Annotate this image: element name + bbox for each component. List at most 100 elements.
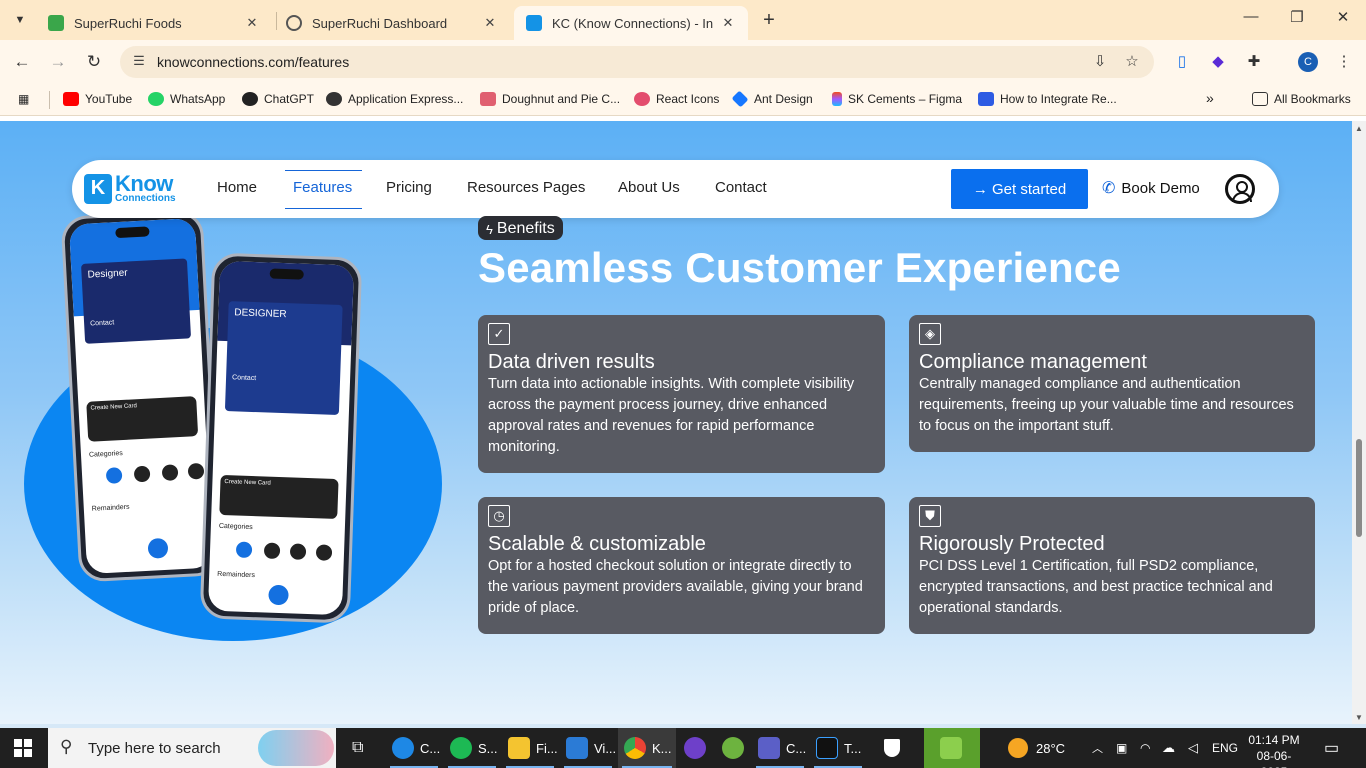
tray-chevron-up-icon[interactable]: ︿ — [1092, 728, 1103, 768]
tab-superruchi-dashboard[interactable]: SuperRuchi Dashboard ✕ — [274, 6, 510, 40]
tray-language[interactable]: ENG — [1212, 728, 1238, 768]
phone-category-dot — [161, 464, 179, 481]
bookmark-whatsapp[interactable]: WhatsApp — [148, 92, 225, 106]
book-demo-link[interactable]: ✆ Book Demo — [1102, 178, 1200, 198]
nav-home[interactable]: Home — [217, 179, 257, 196]
taskbar-app-spring[interactable] — [716, 728, 750, 768]
tray-meet-icon[interactable]: ▣ — [1116, 728, 1127, 768]
sync-icon — [940, 737, 962, 759]
notification-center-icon[interactable]: ▭ — [1324, 728, 1339, 768]
apps-grid-icon[interactable]: ▦ — [18, 92, 29, 106]
phone-card: DESIGNER Contact — [224, 301, 343, 416]
taskbar-app-chrome[interactable]: K... — [618, 728, 676, 768]
taskbar-app-sync[interactable] — [924, 728, 980, 768]
tab-know-connections[interactable]: KC (Know Connections) - Innov ✕ — [514, 6, 748, 40]
globe-icon — [326, 92, 342, 106]
bookmark-label: SK Cements – Figma — [848, 92, 963, 106]
taskbar-app-security[interactable] — [878, 728, 912, 768]
teams-icon — [758, 737, 780, 759]
folder-icon — [1252, 92, 1268, 106]
bookmark-application-express[interactable]: Application Express... — [326, 92, 463, 106]
phone-icon: ✆ — [1102, 180, 1116, 197]
taskbar-app-spotify[interactable]: S... — [444, 728, 500, 768]
bookmark-react-icons[interactable]: React Icons — [634, 92, 719, 106]
bookmark-label: ChatGPT — [264, 92, 315, 106]
bookmark-how-to-integrate[interactable]: How to Integrate Re... — [978, 92, 1117, 106]
forward-button[interactable]: → — [47, 51, 69, 73]
taskbar-app-label: Fi... — [536, 740, 558, 756]
bookmark-ant-design[interactable]: Ant Design — [731, 90, 813, 108]
close-window-button[interactable]: ✕ — [1320, 8, 1366, 32]
bookmark-star-icon[interactable]: ☆ — [1122, 52, 1142, 72]
nav-contact[interactable]: Contact — [715, 179, 767, 196]
tab-title: SuperRuchi Dashboard — [312, 15, 448, 31]
scroll-up-icon[interactable]: ▲ — [1354, 124, 1364, 133]
react-icon — [634, 92, 650, 106]
more-bookmarks-chevron-icon[interactable]: » — [1206, 90, 1214, 106]
tab-superruchi-foods[interactable]: SuperRuchi Foods ✕ — [36, 6, 272, 40]
profile-avatar[interactable]: C — [1298, 52, 1318, 72]
nav-features[interactable]: Features — [293, 179, 352, 196]
sidebar-extension-icon[interactable]: ▯ — [1172, 52, 1192, 72]
all-bookmarks-label: All Bookmarks — [1274, 92, 1351, 106]
tab-search-chevron-icon[interactable]: ▼ — [8, 8, 32, 32]
taskbar-app-vscode[interactable]: Vi... — [560, 728, 616, 768]
card-description: PCI DSS Level 1 Certification, full PSD2… — [919, 558, 1273, 616]
taskbar-app-teams[interactable]: C... — [752, 728, 808, 768]
bookmark-separator — [49, 91, 50, 109]
page-scrollbar[interactable]: ▲ ▼ — [1352, 121, 1366, 724]
phone-card: Designer Contact — [81, 258, 192, 344]
phone-screen: Designer Contact Create New Card Categor… — [68, 217, 214, 575]
weather-widget[interactable]: 28°C — [1008, 728, 1065, 768]
scroll-down-icon[interactable]: ▼ — [1354, 713, 1364, 722]
address-bar[interactable]: ☰ knowconnections.com/features ⇩ ☆ — [120, 46, 1154, 78]
url-text[interactable]: knowconnections.com/features — [157, 54, 349, 70]
edge-icon — [392, 737, 414, 759]
tab-close-icon[interactable]: ✕ — [482, 15, 498, 31]
bookmarks-bar: ▦ YouTube WhatsApp ChatGPT Application E… — [0, 84, 1366, 116]
new-tab-button[interactable]: + — [758, 9, 780, 32]
all-bookmarks[interactable]: All Bookmarks — [1252, 92, 1351, 106]
extensions-puzzle-icon[interactable]: ✚ — [1244, 52, 1264, 72]
nav-resources-pages[interactable]: Resources Pages — [467, 179, 585, 196]
bookmark-doughnut-pie[interactable]: Doughnut and Pie C... — [480, 92, 620, 106]
tab-title: SuperRuchi Foods — [74, 15, 182, 31]
tab-close-icon[interactable]: ✕ — [720, 15, 736, 31]
tray-onedrive-icon[interactable]: ☁ — [1162, 728, 1175, 768]
logo-line1: Know — [115, 171, 173, 196]
user-account-icon[interactable] — [1225, 174, 1255, 204]
reload-button[interactable]: ↻ — [83, 51, 105, 73]
nav-pricing[interactable]: Pricing — [386, 179, 432, 196]
windows-start-icon[interactable] — [14, 739, 32, 757]
phone-notch — [269, 268, 304, 280]
taskbar-app-terminal[interactable]: T... — [810, 728, 866, 768]
back-button[interactable]: ← — [11, 51, 33, 73]
scrollbar-thumb[interactable] — [1356, 439, 1362, 537]
github-icon — [684, 737, 706, 759]
taskbar-app-label: K... — [652, 740, 672, 756]
bookmark-sk-cements-figma[interactable]: SK Cements – Figma — [832, 92, 962, 106]
taskbar-app-file-explorer[interactable]: Fi... — [502, 728, 558, 768]
nav-about-us[interactable]: About Us — [618, 179, 680, 196]
tray-wifi-icon[interactable]: ◠ — [1140, 728, 1150, 768]
bookmark-youtube[interactable]: YouTube — [63, 92, 132, 106]
extension-icon[interactable]: ◆ — [1208, 52, 1228, 72]
bookmark-chatgpt[interactable]: ChatGPT — [242, 92, 314, 106]
superruchi-favicon-icon — [48, 15, 64, 31]
shield-icon — [884, 739, 900, 757]
minimize-button[interactable]: — — [1228, 8, 1274, 32]
taskbar-app-label: C... — [786, 740, 807, 756]
taskbar-search-box[interactable]: ⚲ Type here to search — [48, 728, 336, 768]
restore-button[interactable]: ❐ — [1274, 8, 1320, 32]
know-connections-logo[interactable]: K Know Connections — [84, 173, 176, 204]
taskbar-app-github[interactable] — [678, 728, 712, 768]
taskbar-app-edge[interactable]: C... — [386, 728, 442, 768]
get-started-button[interactable]: → Get started — [951, 169, 1088, 209]
install-app-icon[interactable]: ⇩ — [1090, 52, 1110, 72]
site-info-icon[interactable]: ☰ — [130, 53, 148, 71]
tray-volume-icon[interactable]: ◁ — [1188, 728, 1198, 768]
tray-clock[interactable]: 01:14 PM 08-06-2025 — [1244, 732, 1304, 768]
task-view-icon[interactable]: ⧉ — [346, 728, 376, 768]
tab-close-icon[interactable]: ✕ — [244, 15, 260, 31]
menu-kebab-icon[interactable]: ⋮ — [1334, 52, 1354, 72]
